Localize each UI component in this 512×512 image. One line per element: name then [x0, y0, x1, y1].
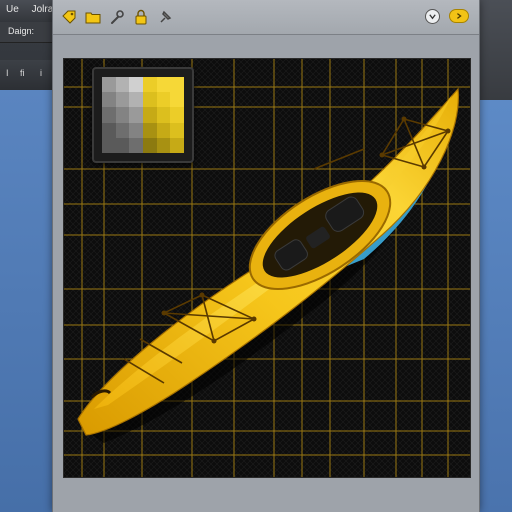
background-toolbar-item[interactable]: I — [6, 68, 9, 78]
color-swatch[interactable] — [102, 107, 116, 123]
color-swatch[interactable] — [170, 107, 184, 123]
action-button[interactable] — [449, 9, 469, 23]
chevron-right-icon — [457, 13, 462, 19]
color-swatch[interactable] — [115, 92, 130, 108]
color-swatch[interactable] — [129, 77, 143, 93]
background-right-lower-panel — [478, 100, 512, 512]
wrench-tool-button[interactable] — [109, 9, 125, 25]
color-swatch[interactable] — [115, 107, 130, 123]
color-swatch[interactable] — [129, 122, 143, 138]
lock-icon — [135, 9, 147, 25]
background-sublabel: Daign: — [8, 26, 35, 36]
color-swatch[interactable] — [143, 122, 157, 138]
background-left-panel — [0, 90, 52, 512]
color-swatch[interactable] — [143, 107, 157, 123]
color-swatch[interactable] — [170, 122, 184, 138]
color-swatch[interactable] — [102, 77, 116, 93]
color-swatch[interactable] — [143, 77, 157, 93]
folder-tool-button[interactable] — [85, 9, 101, 25]
color-swatch[interactable] — [170, 137, 184, 153]
color-swatch[interactable] — [115, 137, 130, 153]
color-swatch-panel[interactable] — [92, 67, 194, 163]
color-swatch[interactable] — [156, 137, 171, 153]
image-editor-window — [52, 0, 480, 512]
color-swatch[interactable] — [115, 77, 130, 93]
image-canvas[interactable] — [63, 58, 471, 478]
pin-tool-button[interactable] — [157, 9, 173, 25]
background-toolbar-item[interactable]: i — [40, 68, 42, 78]
color-swatch[interactable] — [102, 137, 116, 153]
tag-tool-button[interactable] — [61, 9, 77, 25]
color-swatch[interactable] — [102, 92, 116, 108]
folder-icon — [85, 12, 101, 24]
background-toolbar-item[interactable]: fi — [20, 68, 25, 78]
color-swatch[interactable] — [156, 122, 171, 138]
chevron-down-icon — [429, 14, 436, 20]
tag-icon — [62, 10, 76, 24]
color-swatch[interactable] — [156, 107, 171, 123]
swatch-grid — [102, 77, 184, 153]
lock-tool-button[interactable] — [133, 9, 149, 25]
color-swatch[interactable] — [170, 77, 184, 93]
pin-icon — [160, 10, 172, 23]
color-swatch[interactable] — [143, 137, 157, 153]
color-swatch[interactable] — [129, 137, 143, 153]
color-swatch[interactable] — [129, 92, 143, 108]
color-swatch[interactable] — [115, 122, 130, 138]
color-swatch[interactable] — [156, 92, 171, 108]
help-button[interactable] — [425, 9, 440, 24]
background-right-panel — [478, 0, 512, 100]
background-title-part: Ue — [6, 4, 19, 15]
editor-toolbar — [53, 0, 479, 35]
color-swatch[interactable] — [170, 92, 184, 108]
color-swatch[interactable] — [102, 122, 116, 138]
wrench-icon — [111, 10, 124, 24]
color-swatch[interactable] — [129, 107, 143, 123]
color-swatch[interactable] — [143, 92, 157, 108]
color-swatch[interactable] — [156, 77, 171, 93]
